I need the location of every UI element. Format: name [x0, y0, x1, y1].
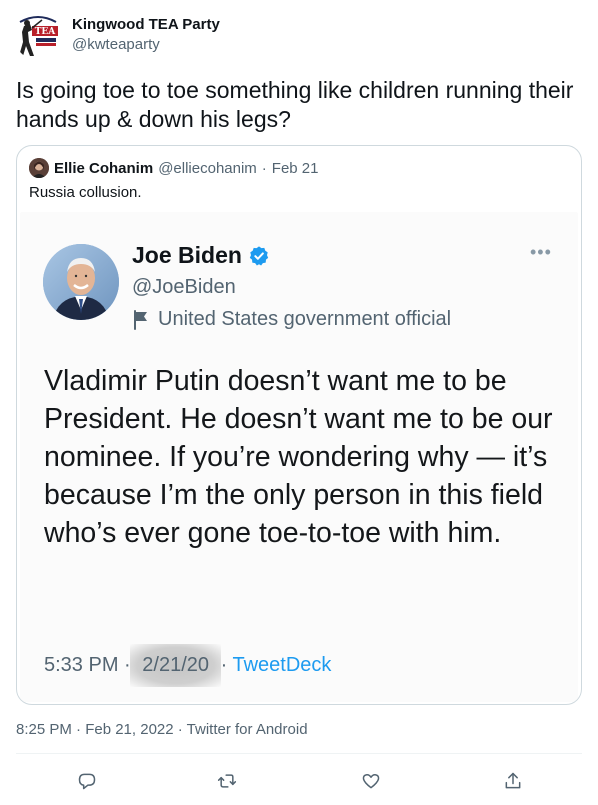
author-display-name[interactable]: Kingwood TEA Party	[72, 15, 220, 35]
share-icon	[505, 772, 521, 789]
reply-icon	[78, 773, 96, 790]
retweet-icon	[217, 774, 237, 788]
tweet-header: TEA Kingwood TEA Party @kwteaparty	[14, 10, 584, 60]
embedded-tweet-text: Vladimir Putin doesn’t want me to be Pre…	[44, 365, 553, 549]
quoted-tweet-card[interactable]: Ellie Cohanim @elliecohanim · Feb 21 Rus…	[16, 145, 582, 705]
quoted-author-name: Ellie Cohanim	[54, 159, 154, 177]
embedded-tweet-image: Joe Biden @JoeBiden United States govern…	[20, 212, 578, 702]
tweet-timestamp[interactable]: 8:25 PM · Feb 21, 2022 · Twitter for And…	[16, 721, 308, 738]
embedded-author-name: Joe Biden	[132, 242, 270, 269]
quoted-tweet-header: Ellie Cohanim @elliecohanim · Feb 21	[29, 158, 319, 178]
embedded-tweet-source: TweetDeck	[232, 654, 332, 676]
like-icon	[362, 773, 380, 789]
quoted-author-avatar	[29, 158, 49, 178]
tweet-actions	[16, 766, 582, 796]
tea-party-logo-icon[interactable]: TEA	[14, 12, 62, 60]
embedded-tweet-date: 2/21/20	[130, 644, 222, 687]
more-options-icon: •••	[530, 242, 552, 262]
meta-separator: ·	[261, 159, 267, 177]
quoted-tweet-date: Feb 21	[271, 159, 319, 177]
reply-button[interactable]	[72, 766, 102, 796]
share-button[interactable]	[498, 766, 528, 796]
government-label: United States government official	[132, 308, 451, 331]
embedded-tweet-meta: 5:33 PM · 2/21/20 · TweetDeck	[44, 644, 331, 687]
tea-party-logo: TEA	[14, 12, 62, 60]
quoted-author-handle: @elliecohanim	[158, 159, 257, 177]
meta-separator: ·	[220, 654, 228, 676]
verified-badge-icon	[249, 245, 269, 266]
embedded-tweet-time: 5:33 PM	[44, 654, 119, 676]
quoted-tweet-text: Russia collusion.	[29, 184, 142, 201]
tweet-text: Is going toe to toe something like child…	[16, 77, 574, 132]
retweet-button[interactable]	[212, 766, 242, 796]
divider	[16, 753, 582, 754]
flag-icon	[134, 309, 147, 330]
biden-avatar	[43, 244, 119, 320]
like-button[interactable]	[356, 766, 386, 796]
embedded-author-name-text: Joe Biden	[132, 242, 242, 268]
logo-text: TEA	[35, 27, 57, 37]
author-handle[interactable]: @kwteaparty	[72, 35, 220, 55]
embedded-author-handle: @JoeBiden	[132, 276, 236, 298]
government-label-text: United States government official	[158, 308, 452, 330]
